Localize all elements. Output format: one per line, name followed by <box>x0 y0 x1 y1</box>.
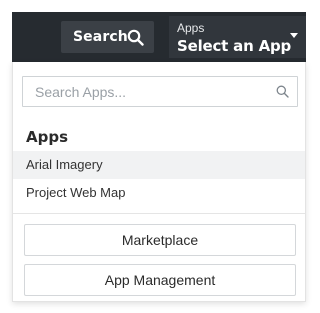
app-selector-value: Select an App <box>177 37 292 55</box>
divider <box>13 213 305 214</box>
caret-down-icon <box>290 33 298 38</box>
search-apps-box[interactable] <box>22 76 298 107</box>
app-selector-caption: Apps <box>177 21 205 35</box>
search-apps-input[interactable] <box>23 77 273 106</box>
app-selector[interactable]: Apps Select an App <box>169 16 306 58</box>
search-button[interactable]: Search <box>61 21 154 53</box>
top-bar: Search Apps Select an App <box>12 12 306 62</box>
search-button-label: Search <box>73 29 128 45</box>
search-icon <box>276 85 289 98</box>
app-management-button[interactable]: App Management <box>24 264 296 296</box>
search-icon <box>127 29 144 46</box>
apps-section-heading: Apps <box>26 128 69 146</box>
app-item-project-web-map[interactable]: Project Web Map <box>13 179 305 207</box>
app-item-arial-imagery[interactable]: Arial Imagery <box>13 151 305 179</box>
marketplace-button[interactable]: Marketplace <box>24 224 296 256</box>
apps-dropdown-panel: Apps Arial Imagery Project Web Map Marke… <box>12 62 306 302</box>
